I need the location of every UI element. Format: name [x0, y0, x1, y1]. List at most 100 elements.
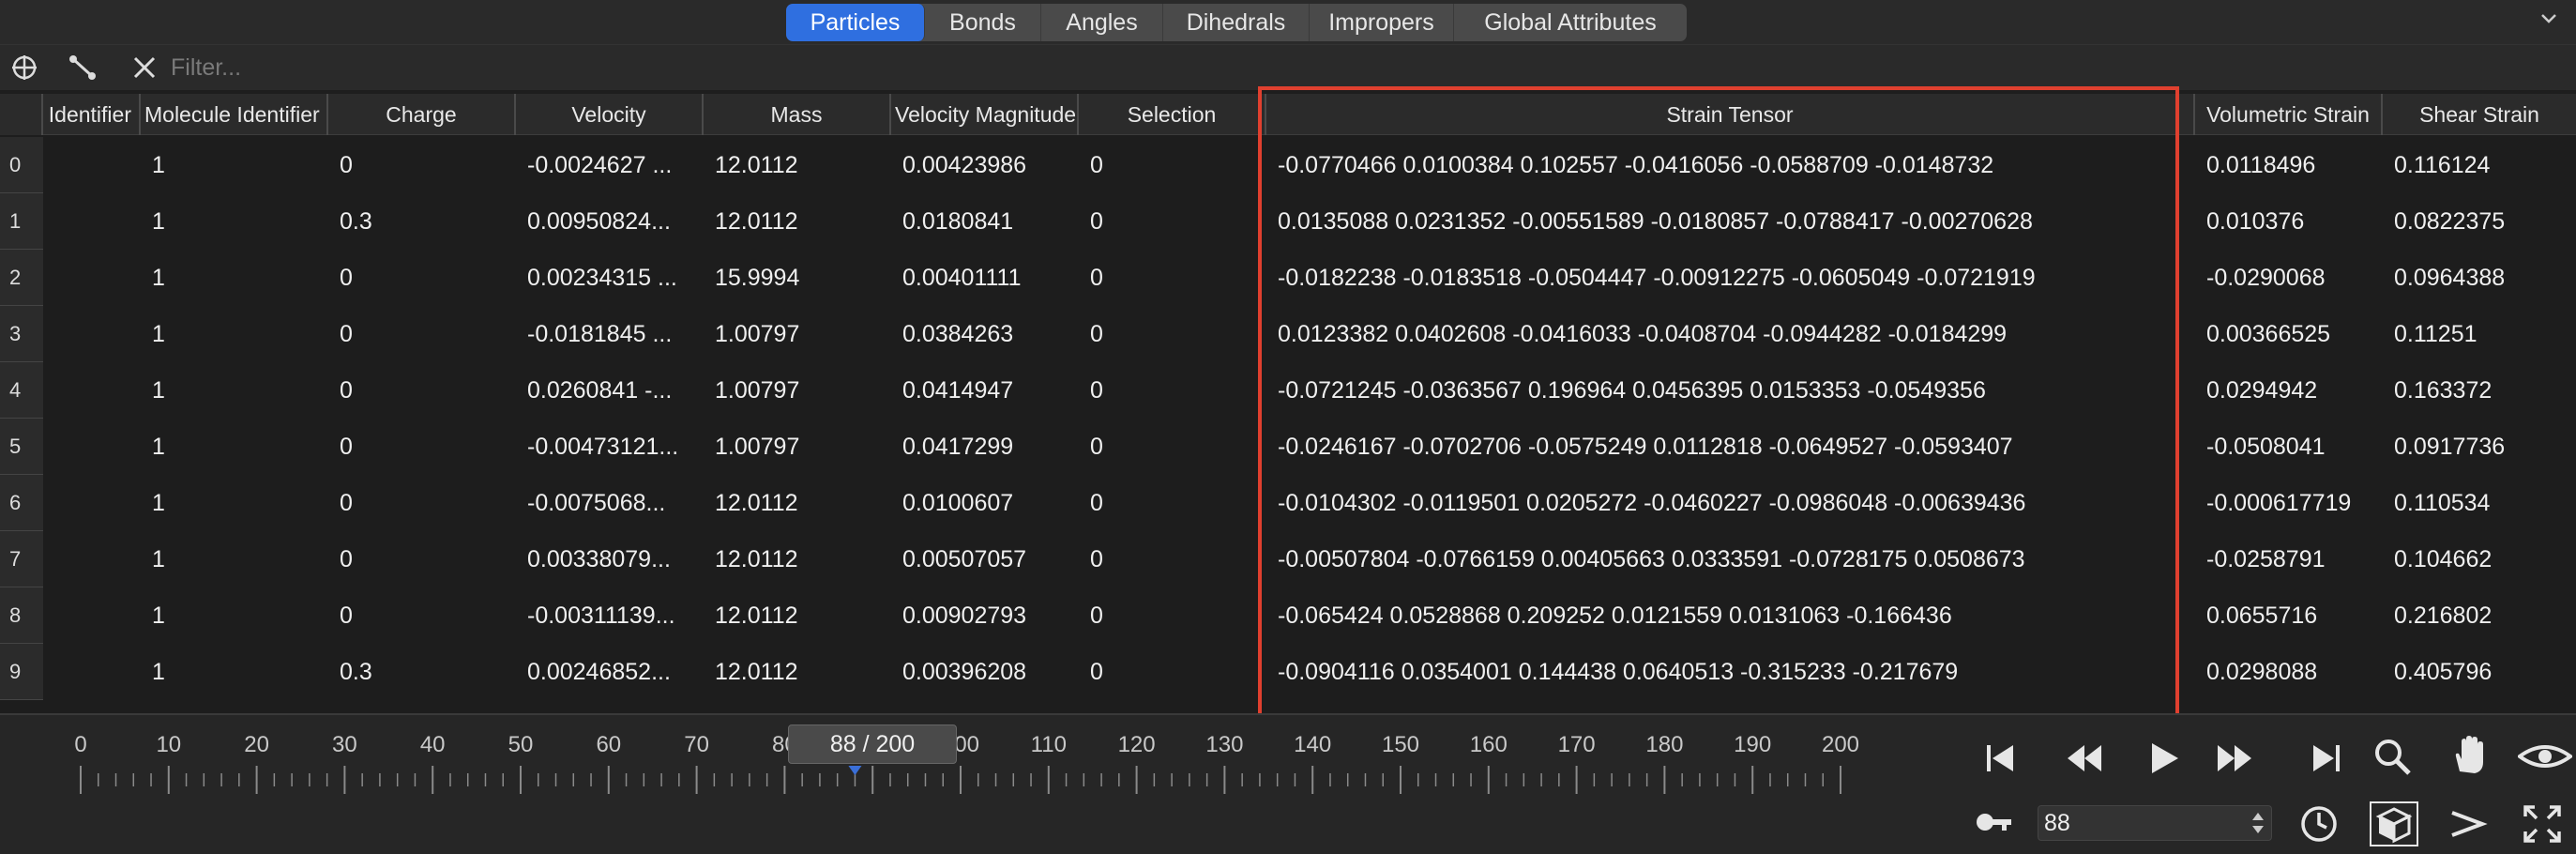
column-header-charge[interactable]: Charge	[328, 94, 516, 135]
cell-volumetric-strain[interactable]: -0.0290068	[2195, 250, 2383, 306]
cell-molecule-identifier[interactable]: 1	[141, 587, 328, 644]
cell-charge[interactable]: 0.3	[328, 644, 516, 700]
cell-molecule-identifier[interactable]: 1	[141, 137, 328, 193]
zoom-all-icon[interactable]	[2522, 803, 2563, 845]
cell-identifier[interactable]	[43, 531, 141, 587]
cell-strain-tensor[interactable]: -0.0721245 -0.0363567 0.196964 0.0456395…	[1266, 362, 2195, 419]
cell-selection[interactable]: 0	[1079, 475, 1266, 531]
cell-molecule-identifier[interactable]: 1	[141, 475, 328, 531]
cell-velocity[interactable]: -0.00311139...	[516, 587, 704, 644]
cell-molecule-identifier[interactable]: 1	[141, 531, 328, 587]
cell-strain-tensor[interactable]: -0.065424 0.0528868 0.209252 0.0121559 0…	[1266, 587, 2195, 644]
cube-view-icon[interactable]	[2370, 801, 2418, 846]
cell-charge[interactable]: 0	[328, 306, 516, 362]
cell-charge[interactable]: 0.3	[328, 193, 516, 250]
bond-pick-icon[interactable]	[66, 51, 99, 84]
tab-global-attributes[interactable]: Global Attributes	[1454, 4, 1687, 41]
cell-selection[interactable]: 0	[1079, 644, 1266, 700]
cell-identifier[interactable]	[43, 644, 141, 700]
cell-selection[interactable]: 0	[1079, 193, 1266, 250]
row-index[interactable]: 5	[0, 419, 43, 475]
zoom-icon[interactable]	[2371, 736, 2413, 777]
tab-bonds[interactable]: Bonds	[925, 4, 1041, 41]
cell-identifier[interactable]	[43, 137, 141, 193]
cell-charge[interactable]: 0	[328, 587, 516, 644]
cell-velocity[interactable]: 0.0260841 -...	[516, 362, 704, 419]
cell-shear-strain[interactable]: 0.216802	[2383, 587, 2576, 644]
table-row[interactable]: 3 1 0 -0.0181845 ... 1.00797 0.0384263 0 0.0123…	[0, 306, 2576, 362]
cell-mass[interactable]: 12.0112	[704, 587, 891, 644]
cell-selection[interactable]: 0	[1079, 137, 1266, 193]
cell-shear-strain[interactable]: 0.0917736	[2383, 419, 2576, 475]
table-row[interactable]: 6 1 0 -0.0075068... 12.0112 0.0100607 0 -0.0104…	[0, 475, 2576, 531]
row-index[interactable]: 3	[0, 306, 43, 362]
cell-mass[interactable]: 1.00797	[704, 419, 891, 475]
column-header-strain-tensor[interactable]: Strain Tensor	[1266, 94, 2195, 135]
cell-shear-strain[interactable]: 0.163372	[2383, 362, 2576, 419]
row-index[interactable]: 4	[0, 362, 43, 419]
cell-volumetric-strain[interactable]: -0.0508041	[2195, 419, 2383, 475]
cell-volumetric-strain[interactable]: 0.0294942	[2195, 362, 2383, 419]
cell-identifier[interactable]	[43, 475, 141, 531]
cell-velocity[interactable]: 0.00338079...	[516, 531, 704, 587]
cell-velocity[interactable]: -0.0024627 ...	[516, 137, 704, 193]
cell-charge[interactable]: 0	[328, 362, 516, 419]
cell-velocity-magnitude[interactable]: 0.00423986	[891, 137, 1079, 193]
cell-identifier[interactable]	[43, 587, 141, 644]
fast-forward-icon[interactable]	[2214, 738, 2255, 779]
cell-charge[interactable]: 0	[328, 250, 516, 306]
filter-input[interactable]	[171, 51, 2572, 84]
table-row[interactable]: 2 1 0 0.00234315 ... 15.9994 0.00401111 0 -0.01…	[0, 250, 2576, 306]
tab-particles[interactable]: Particles	[786, 4, 925, 41]
cell-strain-tensor[interactable]: 0.0135088 0.0231352 -0.00551589 -0.01808…	[1266, 193, 2195, 250]
skip-to-end-icon[interactable]	[2306, 738, 2347, 779]
clock-icon[interactable]	[2298, 803, 2340, 845]
cell-selection[interactable]: 0	[1079, 419, 1266, 475]
column-header-selection[interactable]: Selection	[1079, 94, 1266, 135]
cell-velocity-magnitude[interactable]: 0.00396208	[891, 644, 1079, 700]
cell-shear-strain[interactable]: 0.0822375	[2383, 193, 2576, 250]
cell-selection[interactable]: 0	[1079, 362, 1266, 419]
cell-volumetric-strain[interactable]: -0.000617719	[2195, 475, 2383, 531]
chevron-down-icon[interactable]	[2535, 6, 2563, 34]
cell-shear-strain[interactable]: 0.11251	[2383, 306, 2576, 362]
cell-velocity[interactable]: 0.00950824...	[516, 193, 704, 250]
row-index[interactable]: 8	[0, 587, 43, 644]
cell-shear-strain[interactable]: 0.0964388	[2383, 250, 2576, 306]
cell-strain-tensor[interactable]: -0.0104302 -0.0119501 0.0205272 -0.04602…	[1266, 475, 2195, 531]
column-header-velocity-magnitude[interactable]: Velocity Magnitude	[891, 94, 1079, 135]
cell-velocity-magnitude[interactable]: 0.0100607	[891, 475, 1079, 531]
cell-velocity[interactable]: 0.00246852...	[516, 644, 704, 700]
cell-molecule-identifier[interactable]: 1	[141, 193, 328, 250]
play-icon[interactable]	[2143, 738, 2184, 779]
cell-mass[interactable]: 15.9994	[704, 250, 891, 306]
cell-shear-strain[interactable]: 0.110534	[2383, 475, 2576, 531]
table-row[interactable]: 8 1 0 -0.00311139... 12.0112 0.00902793 0 -0.06…	[0, 587, 2576, 644]
cell-shear-strain[interactable]: 0.104662	[2383, 531, 2576, 587]
cell-velocity-magnitude[interactable]: 0.0384263	[891, 306, 1079, 362]
cell-selection[interactable]: 0	[1079, 306, 1266, 362]
cell-molecule-identifier[interactable]: 1	[141, 644, 328, 700]
frame-spinner-value[interactable]: 88	[2044, 810, 2070, 836]
tab-dihedrals[interactable]: Dihedrals	[1163, 4, 1310, 41]
cell-selection[interactable]: 0	[1079, 250, 1266, 306]
spinner-arrows-icon[interactable]	[2249, 809, 2267, 837]
skip-to-start-icon[interactable]	[1979, 738, 2021, 779]
cell-velocity-magnitude[interactable]: 0.0417299	[891, 419, 1079, 475]
cell-mass[interactable]: 1.00797	[704, 362, 891, 419]
cell-mass[interactable]: 12.0112	[704, 644, 891, 700]
orbit-eye-icon[interactable]	[2518, 736, 2572, 777]
rewind-icon[interactable]	[2064, 738, 2105, 779]
cell-strain-tensor[interactable]: 0.0123382 0.0402608 -0.0416033 -0.040870…	[1266, 306, 2195, 362]
pick-mode-icon[interactable]	[2447, 803, 2488, 845]
cell-molecule-identifier[interactable]: 1	[141, 362, 328, 419]
table-row[interactable]: 4 1 0 0.0260841 -... 1.00797 0.0414947 0 -0.072…	[0, 362, 2576, 419]
cell-selection[interactable]: 0	[1079, 587, 1266, 644]
cell-volumetric-strain[interactable]: 0.00366525	[2195, 306, 2383, 362]
cell-shear-strain[interactable]: 0.405796	[2383, 644, 2576, 700]
cell-velocity-magnitude[interactable]: 0.0180841	[891, 193, 1079, 250]
cell-velocity[interactable]: -0.00473121...	[516, 419, 704, 475]
cell-identifier[interactable]	[43, 362, 141, 419]
cell-charge[interactable]: 0	[328, 419, 516, 475]
cell-identifier[interactable]	[43, 306, 141, 362]
